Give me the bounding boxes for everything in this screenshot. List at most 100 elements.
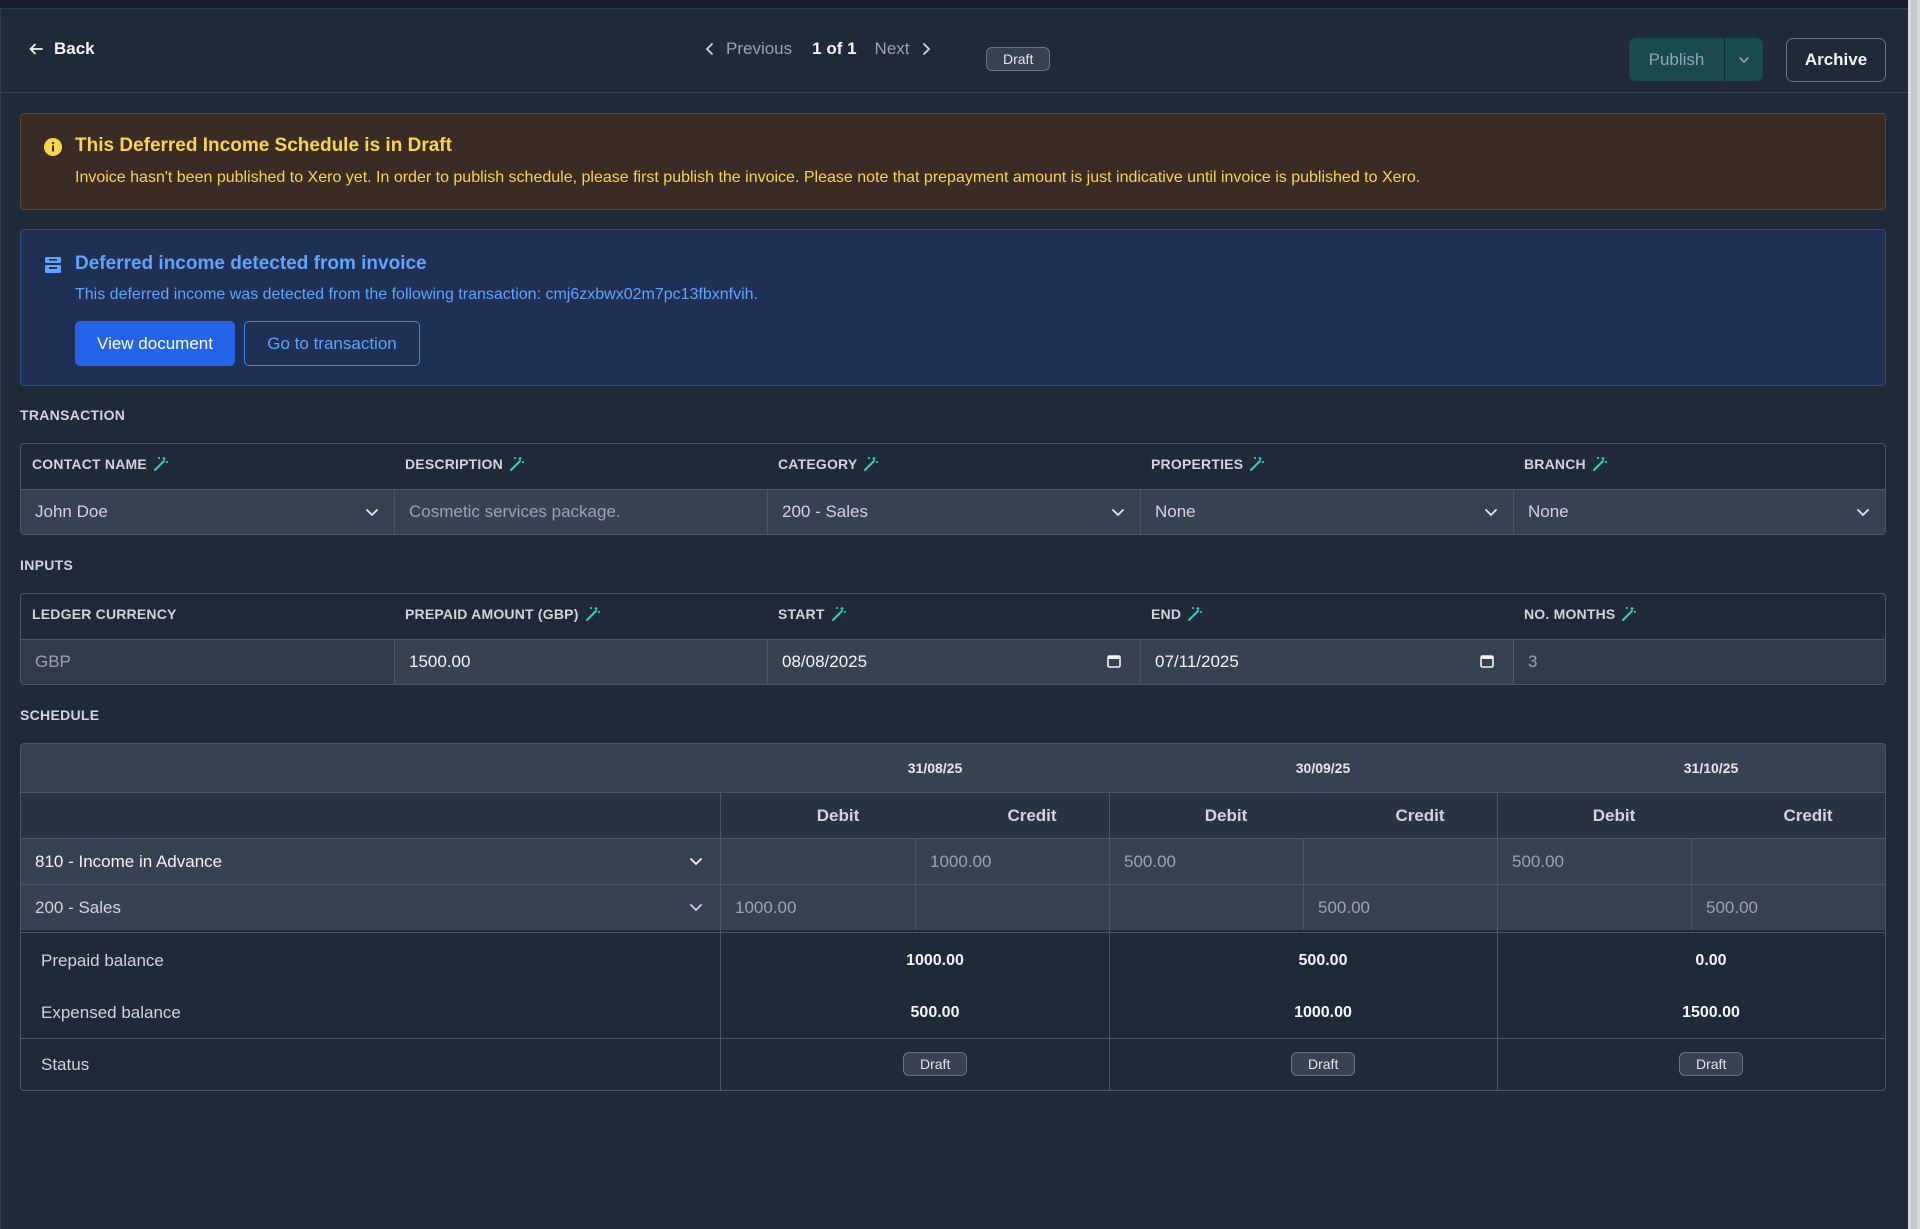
end-label: END xyxy=(1151,606,1203,622)
description-input[interactable]: Cosmetic services package. xyxy=(394,489,767,534)
prepaid-amount-label: PREPAID AMOUNT (GBP) xyxy=(405,606,601,622)
view-document-button[interactable]: View document xyxy=(75,321,235,366)
schedule-row: 200 - Sales 1000.00 500.00 500.00 xyxy=(21,884,1885,930)
expensed-balance-value: 1000.00 xyxy=(1294,1004,1352,1021)
next-label: Next xyxy=(874,39,910,58)
chevron-down-icon xyxy=(366,509,378,517)
debit-cell[interactable]: 500.00 xyxy=(1497,839,1691,884)
inbox-stack-icon xyxy=(45,257,61,273)
start-date-input[interactable]: 08/08/2025 xyxy=(767,639,1140,684)
contact-name-column: CONTACT NAME John Doe xyxy=(21,444,394,534)
status-badge: Draft xyxy=(1291,1052,1356,1076)
column-divider xyxy=(720,792,721,1090)
start-label-text: START xyxy=(778,606,825,622)
magic-wand-icon xyxy=(509,457,524,471)
chevron-down-icon xyxy=(690,858,702,866)
publish-dropdown-button[interactable] xyxy=(1725,38,1763,81)
magic-wand-icon xyxy=(1592,457,1607,471)
end-label-text: END xyxy=(1151,606,1182,622)
schedule-section-label: SCHEDULE xyxy=(20,707,100,723)
balance-summary: Prepaid balance Expensed balance 1000.00… xyxy=(21,932,1885,1038)
credit-cell[interactable] xyxy=(1303,839,1497,884)
contact-name-label: CONTACT NAME xyxy=(32,456,169,472)
calendar-icon[interactable] xyxy=(1106,653,1122,669)
calendar-icon[interactable] xyxy=(1479,653,1495,669)
pager: Previous 1 of 1 Next xyxy=(704,39,932,59)
contact-name-select[interactable]: John Doe xyxy=(21,489,394,534)
period-header: 31/10/25 xyxy=(1683,760,1739,776)
debit-cell[interactable]: 1000.00 xyxy=(720,885,915,930)
previous-button[interactable]: Previous xyxy=(704,39,792,59)
credit-header: Credit xyxy=(1783,806,1833,825)
back-button[interactable]: Back xyxy=(28,39,95,59)
ledger-currency-field: GBP xyxy=(21,639,394,684)
properties-column: PROPERTIES None xyxy=(1140,444,1513,534)
credit-cell[interactable]: 500.00 xyxy=(1691,885,1885,930)
end-date-input[interactable]: 07/11/2025 xyxy=(1140,639,1513,684)
properties-label: PROPERTIES xyxy=(1151,456,1265,472)
category-column: CATEGORY 200 - Sales xyxy=(767,444,1140,534)
chevron-left-icon xyxy=(705,43,713,55)
category-select[interactable]: 200 - Sales xyxy=(767,489,1140,534)
transaction-section-label: TRANSACTION xyxy=(20,407,126,423)
properties-value: None xyxy=(1155,502,1196,521)
credit-cell[interactable] xyxy=(915,885,1109,930)
prepaid-balance-value: 0.00 xyxy=(1695,952,1727,969)
credit-cell[interactable]: 500.00 xyxy=(1303,885,1497,930)
info-message: This deferred income was detected from t… xyxy=(75,286,758,303)
publish-button-group: Publish xyxy=(1629,38,1763,81)
credit-cell[interactable]: 1000.00 xyxy=(915,839,1109,884)
top-border xyxy=(0,0,1912,9)
scrollbar[interactable] xyxy=(1908,0,1920,1229)
no-months-field: 3 xyxy=(1513,639,1885,684)
contact-name-value: John Doe xyxy=(35,502,108,521)
magic-wand-icon xyxy=(831,607,846,621)
prepaid-amount-label-text: PREPAID AMOUNT (GBP) xyxy=(405,606,579,622)
next-button[interactable]: Next xyxy=(875,39,932,59)
info-title: Deferred income detected from invoice xyxy=(75,253,427,274)
magic-wand-icon xyxy=(585,607,600,621)
description-label-text: DESCRIPTION xyxy=(405,456,503,472)
previous-label: Previous xyxy=(726,39,793,58)
input-fields: LEDGER CURRENCY GBP PREPAID AMOUNT (GBP)… xyxy=(20,593,1886,685)
properties-select[interactable]: None xyxy=(1140,489,1513,534)
archive-button[interactable]: Archive xyxy=(1786,38,1886,82)
debit-cell[interactable]: 500.00 xyxy=(1109,839,1303,884)
credit-header: Credit xyxy=(1007,806,1057,825)
debit-cell[interactable] xyxy=(1109,885,1303,930)
magic-wand-icon xyxy=(153,457,168,471)
magic-wand-icon xyxy=(1188,607,1203,621)
deferred-income-info-alert: Deferred income detected from invoice Th… xyxy=(20,229,1886,386)
account-select[interactable]: 810 - Income in Advance xyxy=(21,839,720,884)
go-to-transaction-button[interactable]: Go to transaction xyxy=(244,321,420,366)
properties-label-text: PROPERTIES xyxy=(1151,456,1244,472)
column-divider xyxy=(1109,792,1110,1090)
magic-wand-icon xyxy=(1250,457,1265,471)
account-select[interactable]: 200 - Sales xyxy=(21,885,720,930)
status-badge: Draft xyxy=(903,1052,968,1076)
prepaid-balance-value: 1000.00 xyxy=(906,952,964,969)
draft-warning-alert: This Deferred Income Schedule is in Draf… xyxy=(20,113,1886,210)
credit-cell[interactable] xyxy=(1691,839,1885,884)
publish-button[interactable]: Publish xyxy=(1629,38,1725,81)
debit-header: Debit xyxy=(1592,806,1636,825)
branch-label-text: BRANCH xyxy=(1524,456,1586,472)
no-months-value: 3 xyxy=(1528,652,1538,671)
debit-cell[interactable] xyxy=(720,839,915,884)
prepaid-amount-input[interactable]: 1500.00 xyxy=(394,639,767,684)
warning-title: This Deferred Income Schedule is in Draf… xyxy=(75,135,452,156)
info-circle-icon xyxy=(44,138,62,156)
arrow-left-icon xyxy=(29,43,43,55)
warning-message: Invoice hasn't been published to Xero ye… xyxy=(75,169,1421,186)
ledger-currency-label: LEDGER CURRENCY xyxy=(32,606,177,622)
column-divider xyxy=(1497,792,1498,1090)
debit-header: Debit xyxy=(1204,806,1248,825)
category-label-text: CATEGORY xyxy=(778,456,858,472)
scrollbar-track[interactable] xyxy=(1911,0,1917,1229)
no-months-label: NO. MONTHS xyxy=(1524,606,1637,622)
back-label: Back xyxy=(54,39,95,58)
ledger-currency-label-text: LEDGER CURRENCY xyxy=(32,606,177,622)
debit-header: Debit xyxy=(816,806,860,825)
debit-cell[interactable] xyxy=(1497,885,1691,930)
branch-select[interactable]: None xyxy=(1513,489,1885,534)
